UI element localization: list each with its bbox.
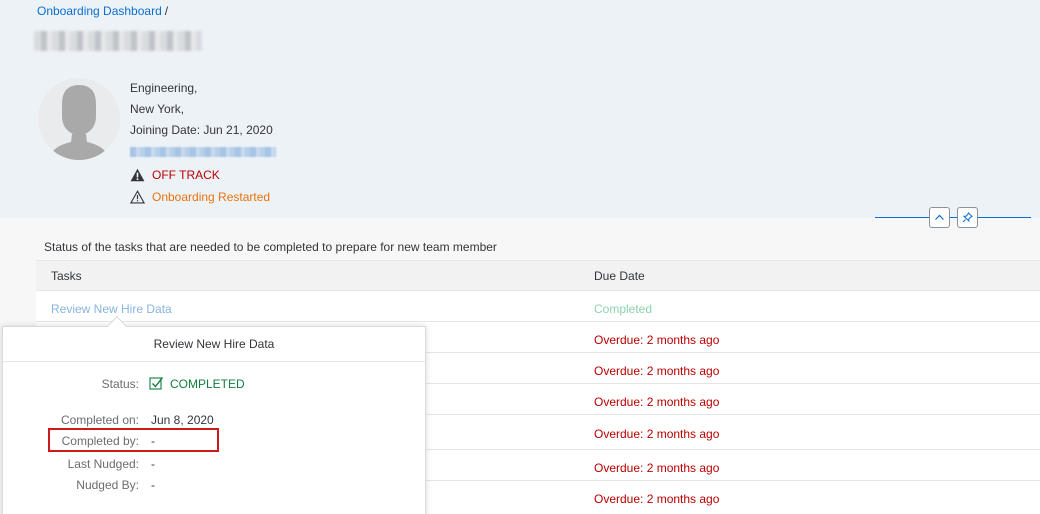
table-row[interactable]: Review New Hire Data Completed <box>36 291 1040 322</box>
chevron-up-icon <box>935 214 944 220</box>
status-completed-text: COMPLETED <box>170 376 245 391</box>
due-date-value: Overdue: 2 months ago <box>594 395 720 409</box>
checkbox-checked-icon <box>149 377 164 390</box>
tasks-section-title: Status of the tasks that are needed to b… <box>44 240 497 254</box>
completed-on-label: Completed on: <box>60 413 139 427</box>
joining-date-text: Joining Date: Jun 21, 2020 <box>130 123 273 137</box>
column-header-due-date: Due Date <box>594 269 645 283</box>
header-collapse-line <box>875 217 1031 218</box>
warning-outline-icon <box>130 190 145 204</box>
popover-title: Review New Hire Data <box>3 327 425 362</box>
avatar <box>38 78 120 160</box>
nudged-by-label: Nudged By: <box>76 478 139 492</box>
due-date-value: Overdue: 2 months ago <box>594 333 720 347</box>
due-date-value: Overdue: 2 months ago <box>594 492 720 506</box>
nudged-by-value: - <box>151 478 155 492</box>
tasks-table-header: Tasks Due Date <box>36 260 1040 291</box>
location-text: New York, <box>130 102 185 116</box>
off-track-status: OFF TRACK <box>130 168 220 182</box>
last-nudged-label: Last Nudged: <box>67 457 139 471</box>
page-title-redacted <box>34 31 202 51</box>
due-date-value: Overdue: 2 months ago <box>594 427 720 441</box>
completed-by-highlight-box <box>48 428 219 452</box>
warning-filled-icon <box>130 168 145 182</box>
off-track-label: OFF TRACK <box>152 168 220 182</box>
completed-on-value: Jun 8, 2020 <box>151 413 214 427</box>
column-header-tasks: Tasks <box>51 269 82 283</box>
email-link-redacted[interactable] <box>130 147 276 157</box>
status-value: COMPLETED <box>149 376 245 391</box>
onboarding-restarted-status: Onboarding Restarted <box>130 190 270 204</box>
onboarding-restarted-label: Onboarding Restarted <box>152 190 271 204</box>
pin-icon <box>962 212 973 223</box>
collapse-header-button[interactable] <box>929 207 950 228</box>
breadcrumb-separator: / <box>164 4 169 18</box>
object-page-header: Onboarding Dashboard / Engineering, New Y… <box>0 0 1040 218</box>
pin-header-button[interactable] <box>957 207 978 228</box>
task-link[interactable]: Review New Hire Data <box>51 302 172 316</box>
person-placeholder-icon <box>38 78 120 160</box>
due-date-value: Completed <box>594 302 653 316</box>
status-label: Status: <box>101 377 139 391</box>
due-date-value: Overdue: 2 months ago <box>594 364 720 378</box>
breadcrumb-link-onboarding-dashboard[interactable]: Onboarding Dashboard <box>37 4 162 18</box>
breadcrumb: Onboarding Dashboard / <box>37 4 168 18</box>
task-details-popover: Review New Hire Data Status: COMPLETED C… <box>2 326 426 514</box>
last-nudged-value: - <box>151 457 155 471</box>
due-date-value: Overdue: 2 months ago <box>594 461 720 475</box>
department-text: Engineering, <box>130 81 198 95</box>
